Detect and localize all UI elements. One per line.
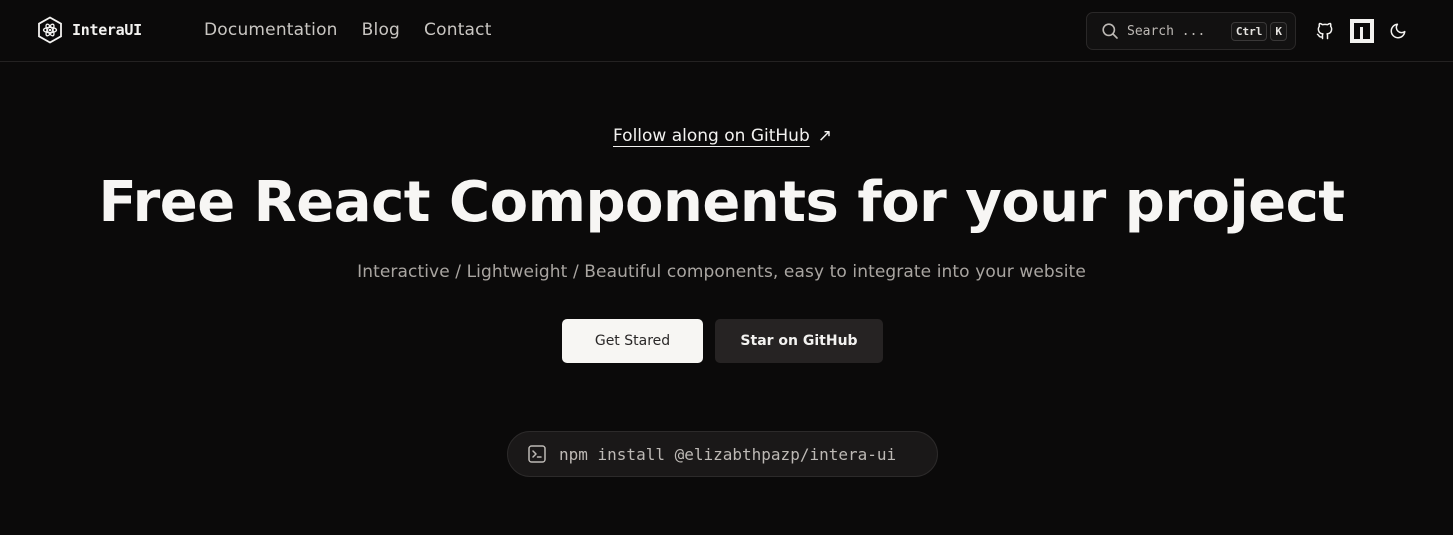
npm-icon[interactable] bbox=[1350, 19, 1374, 43]
shortcut-key-k: K bbox=[1270, 21, 1287, 41]
get-started-button[interactable]: Get Stared bbox=[562, 319, 703, 363]
site-header: InteraUI Documentation Blog Contact Sear… bbox=[0, 0, 1453, 62]
terminal-icon bbox=[528, 445, 546, 463]
npm-glyph bbox=[1350, 19, 1374, 43]
github-follow-link-text[interactable]: Follow along on GitHub bbox=[613, 126, 810, 146]
install-command-box[interactable]: npm install @elizabthpazp/intera-ui bbox=[507, 431, 938, 477]
nav-contact[interactable]: Contact bbox=[424, 20, 492, 40]
search-button[interactable]: Search ... Ctrl K bbox=[1086, 12, 1296, 50]
hero-subtitle: Interactive / Lightweight / Beautiful co… bbox=[357, 262, 1086, 282]
search-icon bbox=[1102, 23, 1118, 39]
nav-blog[interactable]: Blog bbox=[362, 20, 400, 40]
github-icon[interactable] bbox=[1314, 20, 1336, 42]
hero-title: Free React Components for your project bbox=[98, 170, 1345, 235]
github-follow-link: Follow along on GitHub ↗ bbox=[0, 126, 1445, 146]
shortcut-key-ctrl: Ctrl bbox=[1230, 21, 1268, 41]
nav-documentation[interactable]: Documentation bbox=[204, 20, 338, 40]
star-on-github-button[interactable]: Star on GitHub bbox=[715, 319, 883, 363]
brand[interactable]: InteraUI bbox=[36, 16, 142, 44]
github-glyph bbox=[1316, 22, 1333, 40]
brand-name: InteraUI bbox=[72, 21, 142, 39]
moon-icon[interactable] bbox=[1387, 20, 1409, 42]
arrow-up-right-icon: ↗ bbox=[817, 126, 832, 146]
moon-glyph bbox=[1390, 23, 1406, 39]
main-nav: Documentation Blog Contact bbox=[204, 20, 492, 40]
search-placeholder: Search ... bbox=[1127, 23, 1206, 39]
hexagon-atom-logo-icon bbox=[38, 16, 62, 44]
install-command-text: npm install @elizabthpazp/intera-ui bbox=[559, 444, 897, 464]
